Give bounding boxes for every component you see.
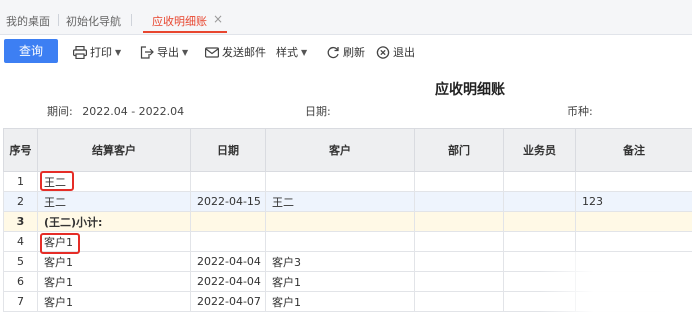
date-cell	[190, 211, 266, 232]
period-value: 2022.04 - 2022.04	[82, 105, 185, 118]
settle-customer-cell: 王二	[37, 171, 191, 192]
export-label: 导出	[157, 46, 179, 59]
dept-cell	[414, 211, 504, 232]
period-info: 期间: 2022.04 - 2022.04	[47, 103, 184, 119]
note-cell	[575, 231, 692, 252]
settle-customer-cell: 客户1	[37, 271, 191, 292]
customer-cell	[265, 171, 415, 192]
customer-cell	[265, 231, 415, 252]
table-row[interactable]: 2 王二 2022-04-15 王二 123	[3, 191, 692, 212]
blur-overlay	[540, 252, 692, 317]
dept-cell	[414, 251, 504, 272]
exit-button[interactable]: 退出	[376, 43, 415, 61]
style-label: 样式	[276, 46, 298, 59]
customer-cell: 王二	[265, 191, 415, 212]
date-cell: 2022-04-07	[190, 291, 266, 312]
staff-cell	[503, 191, 576, 212]
column-header[interactable]: 客户	[265, 128, 415, 172]
active-tab-indicator	[143, 31, 227, 33]
settle-customer-cell: 客户1	[37, 231, 191, 252]
tab-init-nav[interactable]: 初始化导航	[66, 13, 121, 29]
settle-customer-cell: 王二	[37, 191, 191, 212]
customer-cell: 客户1	[265, 271, 415, 292]
mail-icon	[205, 46, 219, 58]
row-number: 2	[3, 191, 38, 212]
settle-customer-cell: (王二)小计:	[37, 211, 191, 232]
column-header[interactable]: 结算客户	[37, 128, 191, 172]
row-number: 4	[3, 231, 38, 252]
chevron-down-icon: ▼	[115, 47, 122, 57]
note-cell	[575, 211, 692, 232]
dept-cell	[414, 171, 504, 192]
date-cell: 2022-04-04	[190, 271, 266, 292]
column-header[interactable]: 备注	[575, 128, 692, 172]
tab-divider	[58, 14, 59, 26]
export-button[interactable]: 导出 ▼	[140, 43, 188, 61]
date-cell	[190, 171, 266, 192]
report-title: 应收明细账	[435, 82, 505, 98]
date-label: 日期:	[305, 105, 331, 118]
query-button[interactable]: 查询	[4, 39, 58, 63]
column-header[interactable]: 日期	[190, 128, 266, 172]
print-button[interactable]: 打印 ▼	[73, 43, 121, 61]
refresh-button[interactable]: 刷新	[326, 43, 365, 61]
staff-cell	[503, 211, 576, 232]
table-row[interactable]: 1 王二	[3, 171, 692, 192]
printer-icon	[73, 45, 87, 59]
note-cell: 123	[575, 191, 692, 212]
dept-cell	[414, 191, 504, 212]
exit-label: 退出	[393, 46, 415, 59]
row-number: 3	[3, 211, 38, 232]
row-number: 7	[3, 291, 38, 312]
refresh-icon	[327, 46, 339, 58]
chevron-down-icon: ▼	[182, 47, 189, 57]
row-number: 1	[3, 171, 38, 192]
refresh-label: 刷新	[343, 46, 365, 59]
tab-bar: 我的桌面 初始化导航 应收明细账 ×	[0, 0, 692, 35]
date-cell: 2022-04-15	[190, 191, 266, 212]
close-circle-icon	[376, 45, 390, 59]
column-header[interactable]: 部门	[414, 128, 504, 172]
toolbar: 查询 打印 ▼ 导出 ▼ 发送邮件 样式 ▼ 刷新 退出	[0, 35, 692, 69]
dept-cell	[414, 291, 504, 312]
table-header-row: 序号 结算客户 日期 客户 部门 业务员 备注	[3, 128, 692, 172]
dept-cell	[414, 231, 504, 252]
settle-customer-cell: 客户1	[37, 251, 191, 272]
customer-cell: 客户1	[265, 291, 415, 312]
send-mail-label: 发送邮件	[222, 46, 266, 59]
staff-cell	[503, 171, 576, 192]
send-mail-button[interactable]: 发送邮件	[205, 43, 266, 61]
note-cell	[575, 171, 692, 192]
print-label: 打印	[90, 46, 112, 59]
staff-cell	[503, 231, 576, 252]
style-button[interactable]: 样式 ▼	[276, 43, 307, 61]
tab-close-icon[interactable]: ×	[213, 12, 223, 26]
row-number: 6	[3, 271, 38, 292]
tab-divider	[131, 14, 132, 26]
table-row[interactable]: 4 客户1	[3, 231, 692, 252]
date-cell	[190, 231, 266, 252]
date-cell: 2022-04-04	[190, 251, 266, 272]
dept-cell	[414, 271, 504, 292]
column-header[interactable]: 序号	[3, 128, 38, 172]
period-label: 期间:	[47, 105, 73, 118]
settle-customer-cell: 客户1	[37, 291, 191, 312]
chevron-down-icon: ▼	[301, 47, 308, 57]
column-header[interactable]: 业务员	[503, 128, 576, 172]
export-icon	[140, 45, 154, 59]
subtotal-row[interactable]: 3 (王二)小计:	[3, 211, 692, 232]
currency-label: 币种:	[567, 105, 593, 118]
row-number: 5	[3, 251, 38, 272]
customer-cell	[265, 211, 415, 232]
tab-my-desktop[interactable]: 我的桌面	[6, 13, 50, 29]
customer-cell: 客户3	[265, 251, 415, 272]
tab-receivable-detail[interactable]: 应收明细账	[152, 13, 207, 29]
